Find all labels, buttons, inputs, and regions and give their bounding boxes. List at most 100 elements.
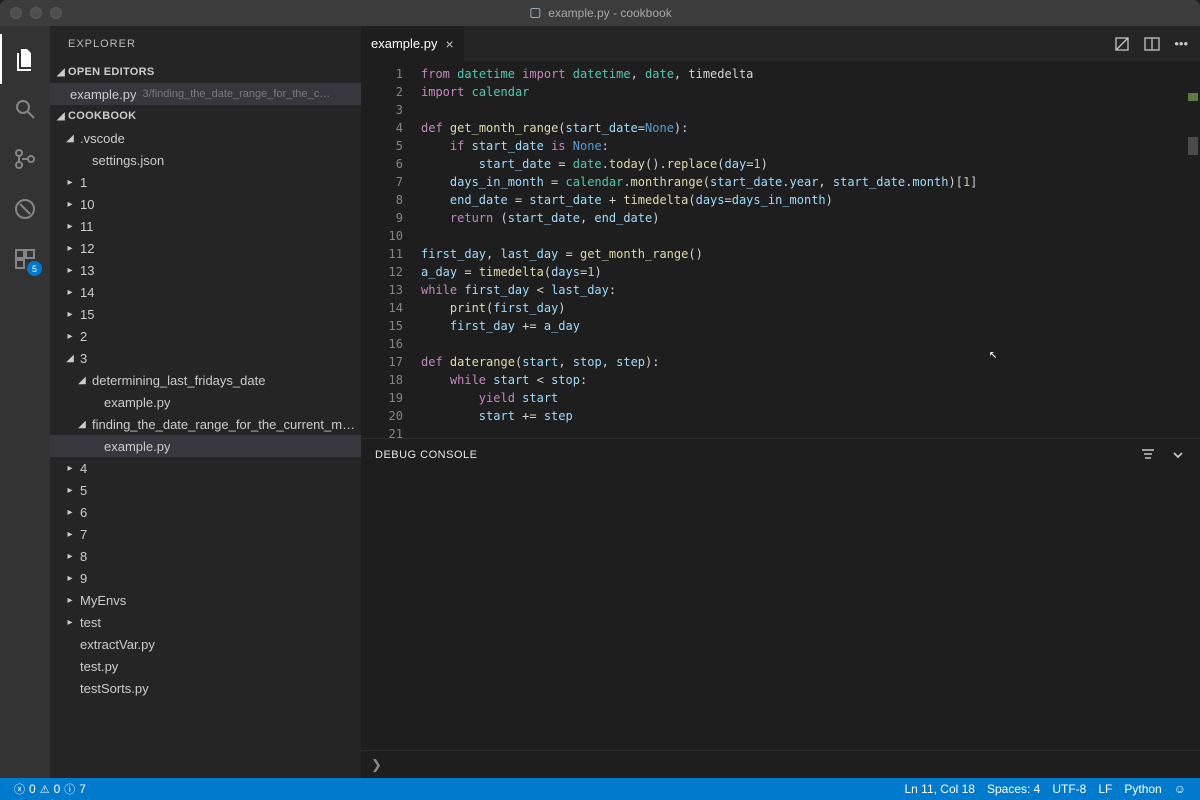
file-item[interactable]: example.py xyxy=(50,435,361,457)
editor-tabbar: example.py × ••• xyxy=(361,26,1200,61)
open-changes-icon[interactable] xyxy=(1114,36,1130,52)
status-encoding[interactable]: UTF-8 xyxy=(1046,782,1092,796)
split-editor-icon[interactable] xyxy=(1144,36,1160,52)
status-indentation[interactable]: Spaces: 4 xyxy=(981,782,1046,796)
chevron-right-icon: ▸ xyxy=(64,463,76,474)
close-tab-button[interactable]: × xyxy=(445,36,453,52)
activity-explorer[interactable] xyxy=(0,34,50,84)
chevron-down-icon: ◢ xyxy=(54,111,68,122)
folder-item[interactable]: ▸7 xyxy=(50,523,361,545)
chevron-down-icon: ◢ xyxy=(54,67,68,78)
folder-item[interactable]: ▸2 xyxy=(50,325,361,347)
workspace-header[interactable]: ◢ COOKBOOK xyxy=(50,105,361,127)
status-feedback[interactable]: ☺ xyxy=(1168,782,1192,796)
folder-item[interactable]: ▸8 xyxy=(50,545,361,567)
folder-item[interactable]: ▸test xyxy=(50,611,361,633)
panel-filter-icon[interactable] xyxy=(1140,447,1156,463)
tree-item-label: finding_the_date_range_for_the_current_m… xyxy=(92,417,355,432)
activity-debug[interactable] xyxy=(0,184,50,234)
chevron-right-icon: ▸ xyxy=(64,199,76,210)
bottom-panel: DEBUG CONSOLE ❯ xyxy=(361,438,1200,778)
folder-item[interactable]: ▸9 xyxy=(50,567,361,589)
folder-item[interactable]: ▸4 xyxy=(50,457,361,479)
sidebar: EXPLORER ◢ OPEN EDITORS example.py 3/fin… xyxy=(50,26,361,778)
tree-item-label: 9 xyxy=(80,571,87,586)
folder-item[interactable]: ▸1 xyxy=(50,171,361,193)
folder-item[interactable]: ◢3 xyxy=(50,347,361,369)
panel-title[interactable]: DEBUG CONSOLE xyxy=(375,449,477,461)
status-problems[interactable]: ⓧ0 ⚠0 ⓘ7 xyxy=(8,781,92,797)
minimap-slider[interactable] xyxy=(1188,137,1198,155)
tree-item-label: test.py xyxy=(80,659,118,674)
folder-item[interactable]: ▸5 xyxy=(50,479,361,501)
file-item[interactable]: test.py xyxy=(50,655,361,677)
open-editor-item[interactable]: example.py 3/finding_the_date_range_for_… xyxy=(50,83,361,105)
status-language[interactable]: Python xyxy=(1118,782,1167,796)
folder-item[interactable]: ▸6 xyxy=(50,501,361,523)
line-number-gutter: 123456789101112131415161718192021 xyxy=(361,61,421,438)
tree-item-label: determining_last_fridays_date xyxy=(92,373,265,388)
chevron-right-icon: ▸ xyxy=(64,551,76,562)
open-editor-file-path: 3/finding_the_date_range_for_the_c… xyxy=(142,88,330,100)
chevron-right-icon: ▸ xyxy=(64,177,76,188)
open-editors-label: OPEN EDITORS xyxy=(68,66,155,78)
status-eol[interactable]: LF xyxy=(1092,782,1118,796)
folder-item[interactable]: ◢ finding_the_date_range_for_the_current_… xyxy=(50,413,361,435)
workspace-label: COOKBOOK xyxy=(68,110,136,122)
tree-item-label: 11 xyxy=(80,219,94,234)
zoom-window-button[interactable] xyxy=(50,7,62,19)
activity-scm[interactable] xyxy=(0,134,50,184)
status-cursor-position[interactable]: Ln 11, Col 18 xyxy=(898,782,981,796)
activity-bar: 5 xyxy=(0,26,50,778)
panel-header: DEBUG CONSOLE xyxy=(361,439,1200,471)
window-title-text: example.py - cookbook xyxy=(548,6,671,20)
tree-item-label: 1 xyxy=(80,175,87,190)
folder-item[interactable]: ◢determining_last_fridays_date xyxy=(50,369,361,391)
chevron-right-icon: ▸ xyxy=(64,485,76,496)
more-actions-icon[interactable]: ••• xyxy=(1174,36,1188,51)
file-tree: ◢.vscodesettings.json▸1▸10▸11▸12▸13▸14▸1… xyxy=(50,127,361,699)
debug-console-input[interactable]: ❯ xyxy=(361,750,1200,778)
activity-extensions[interactable]: 5 xyxy=(0,234,50,284)
folder-item[interactable]: ▸MyEnvs xyxy=(50,589,361,611)
chevron-right-icon: ▸ xyxy=(64,331,76,342)
folder-item[interactable]: ▸13 xyxy=(50,259,361,281)
tree-item-label: 3 xyxy=(80,351,87,366)
code-editor[interactable]: 123456789101112131415161718192021 from d… xyxy=(361,61,1200,438)
file-item[interactable]: example.py xyxy=(50,391,361,413)
sidebar-title: EXPLORER xyxy=(50,26,361,61)
activity-search[interactable] xyxy=(0,84,50,134)
editor-tab[interactable]: example.py × xyxy=(361,26,465,61)
prompt-chevron-icon: ❯ xyxy=(371,757,382,773)
code-content[interactable]: from datetime import datetime, date, tim… xyxy=(421,61,1200,438)
minimap[interactable] xyxy=(1182,61,1200,438)
files-icon xyxy=(13,47,37,71)
tree-item-label: 13 xyxy=(80,263,94,278)
folder-item[interactable]: ◢.vscode xyxy=(50,127,361,149)
file-item[interactable]: settings.json xyxy=(50,149,361,171)
file-item[interactable]: testSorts.py xyxy=(50,677,361,699)
tree-item-label: .vscode xyxy=(80,131,125,146)
panel-chevron-icon[interactable] xyxy=(1170,447,1186,463)
chevron-right-icon: ▸ xyxy=(64,243,76,254)
chevron-down-icon: ◢ xyxy=(76,419,88,430)
folder-item[interactable]: ▸12 xyxy=(50,237,361,259)
folder-item[interactable]: ▸15 xyxy=(50,303,361,325)
minimize-window-button[interactable] xyxy=(30,7,42,19)
debug-console-output[interactable] xyxy=(361,471,1200,750)
tab-label: example.py xyxy=(371,36,437,51)
tree-item-label: 7 xyxy=(80,527,87,542)
open-editors-header[interactable]: ◢ OPEN EDITORS xyxy=(50,61,361,83)
file-item[interactable]: extractVar.py xyxy=(50,633,361,655)
close-window-button[interactable] xyxy=(10,7,22,19)
folder-item[interactable]: ▸11 xyxy=(50,215,361,237)
tree-item-label: example.py xyxy=(104,439,170,454)
minimap-highlight xyxy=(1188,93,1198,101)
tree-item-label: extractVar.py xyxy=(80,637,155,652)
folder-item[interactable]: ▸10 xyxy=(50,193,361,215)
tree-item-label: 14 xyxy=(80,285,94,300)
open-editor-file-label: example.py xyxy=(70,87,136,102)
python-file-icon xyxy=(528,6,542,20)
editor-group: example.py × ••• 12345678910111213141516… xyxy=(361,26,1200,778)
folder-item[interactable]: ▸14 xyxy=(50,281,361,303)
